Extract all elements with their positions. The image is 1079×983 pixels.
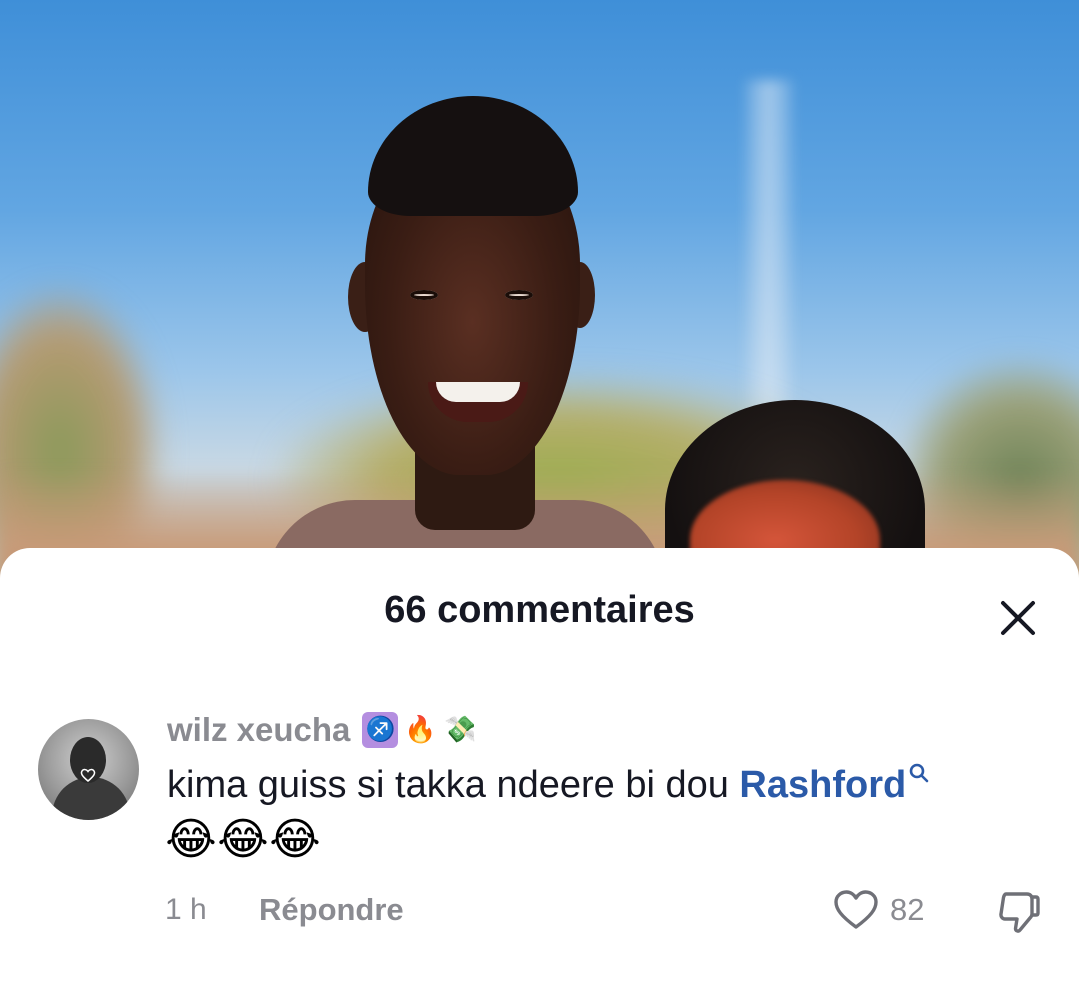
thumbs-down-icon bbox=[999, 892, 1040, 933]
like-button[interactable] bbox=[832, 888, 880, 932]
comment-body: kima guiss si takka ndeere bi dou Rashfo… bbox=[167, 760, 1047, 810]
laughing-emoji-icon: 😂 bbox=[217, 814, 269, 865]
post-photo bbox=[0, 0, 1079, 600]
emoji-row: 😂 😂 😂 bbox=[165, 814, 321, 866]
money-icon: 💸 bbox=[444, 715, 477, 745]
comment-item: wilz xeucha ♐ 🔥 💸 kima guiss si takka nd… bbox=[0, 548, 1079, 983]
comment-header: wilz xeucha ♐ 🔥 💸 bbox=[167, 710, 478, 750]
avatar[interactable] bbox=[38, 719, 139, 820]
reply-button[interactable]: Répondre bbox=[259, 890, 404, 930]
comments-sheet: 66 commentaires wilz xeucha ♐ 🔥 💸 kima g… bbox=[0, 548, 1079, 983]
laughing-emoji-icon: 😂 bbox=[269, 814, 321, 865]
person-hair bbox=[368, 96, 578, 216]
background-tower bbox=[745, 80, 793, 440]
laughing-emoji-icon: 😂 bbox=[165, 814, 217, 865]
comment-timestamp: 1 h bbox=[165, 893, 207, 926]
fire-icon: 🔥 bbox=[404, 715, 437, 745]
comment-actions: 1 h Répondre 82 bbox=[0, 888, 1079, 933]
person-eye-left bbox=[410, 290, 438, 300]
person-teeth bbox=[436, 382, 520, 402]
heart-icon bbox=[80, 768, 96, 782]
heart-outline-icon bbox=[834, 890, 878, 929]
username[interactable]: wilz xeucha bbox=[167, 710, 350, 750]
search-icon bbox=[909, 763, 929, 783]
like-count: 82 bbox=[890, 892, 925, 927]
mention-text: Rashford bbox=[739, 764, 907, 806]
mention-link[interactable]: Rashford bbox=[739, 763, 930, 806]
person-eye-right bbox=[505, 290, 533, 300]
dislike-button[interactable] bbox=[994, 888, 1044, 936]
comment-text: kima guiss si takka ndeere bi dou bbox=[167, 764, 740, 806]
sagittarius-icon: ♐ bbox=[362, 712, 399, 748]
